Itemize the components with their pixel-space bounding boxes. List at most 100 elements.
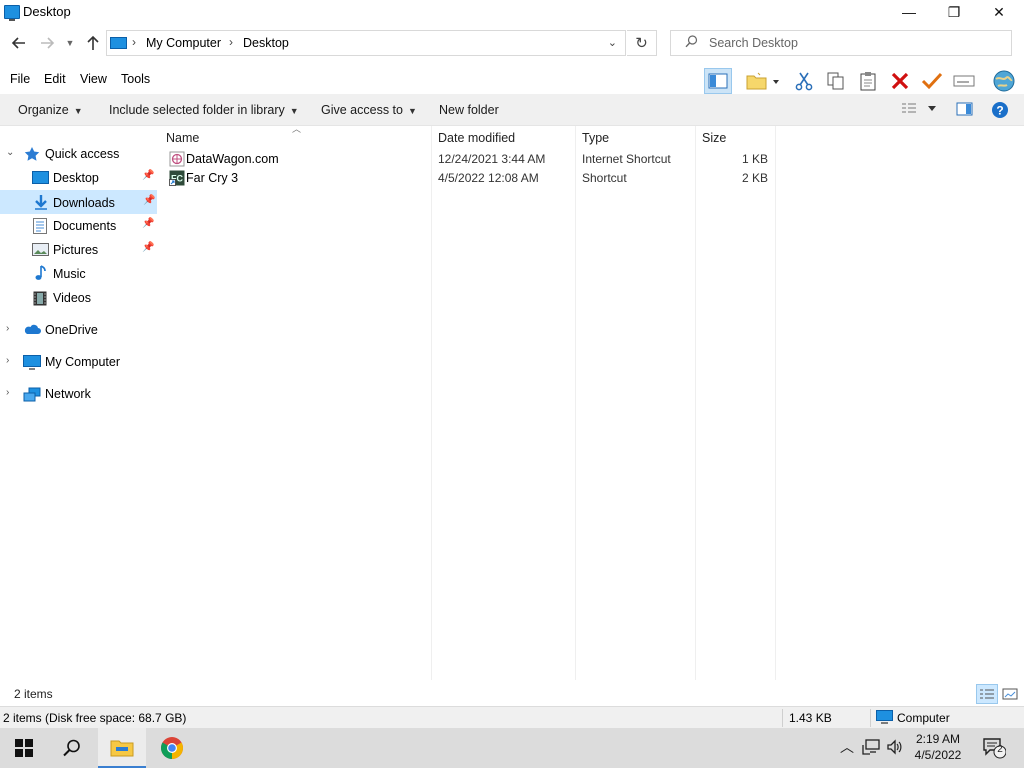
refresh-button[interactable]: ↻ — [627, 30, 657, 56]
divider — [782, 709, 783, 727]
refresh-icon: ↻ — [635, 35, 648, 52]
menu-file[interactable]: File — [10, 72, 30, 86]
search-icon — [685, 35, 698, 51]
show-hidden-icons-button[interactable]: ︿ — [840, 737, 854, 757]
notification-count: 2 — [997, 744, 1003, 755]
address-dropdown-icon[interactable]: ⌄ — [608, 36, 617, 49]
nav-downloads[interactable]: Downloads 📌 — [0, 190, 157, 214]
column-divider[interactable] — [775, 126, 776, 680]
file-row[interactable]: DataWagon.com 12/24/2021 3:44 AM Interne… — [160, 150, 780, 169]
nav-quick-access[interactable]: ⌄ Quick access — [0, 142, 157, 166]
globe-button[interactable] — [988, 68, 1020, 94]
pin-icon[interactable]: 📌 — [142, 170, 154, 181]
nav-label: OneDrive — [45, 323, 98, 337]
preview-pane-toggle[interactable] — [956, 102, 974, 119]
properties-check-button[interactable] — [918, 68, 946, 94]
file-explorer-taskbar-button[interactable] — [98, 728, 146, 768]
search-taskbar-button[interactable] — [48, 728, 96, 768]
computer-icon — [23, 355, 41, 370]
cut-button[interactable] — [790, 68, 818, 94]
breadcrumb-desktop[interactable]: Desktop — [243, 36, 289, 50]
new-folder-menu-button[interactable] — [742, 68, 782, 94]
search-box[interactable] — [670, 30, 1012, 56]
breadcrumb-my-computer[interactable]: My Computer — [146, 36, 221, 50]
menu-view[interactable]: View — [80, 72, 107, 86]
file-row[interactable]: FC Far Cry 3 4/5/2022 12:08 AM Shortcut … — [160, 169, 780, 188]
new-folder-button[interactable]: New folder — [439, 103, 499, 117]
column-divider[interactable] — [575, 126, 576, 680]
window-title: Desktop — [23, 4, 71, 19]
large-icons-view-icon — [1002, 688, 1018, 700]
volume-icon[interactable] — [886, 739, 904, 758]
nav-music[interactable]: Music — [0, 262, 157, 286]
location-label: Computer — [897, 711, 950, 725]
nav-desktop[interactable]: Desktop 📌 — [0, 166, 157, 190]
maximize-button[interactable]: ❐ — [931, 0, 977, 24]
file-type: Shortcut — [582, 171, 627, 185]
nav-my-computer[interactable]: › My Computer — [0, 350, 157, 374]
column-header-name[interactable]: Name — [166, 131, 199, 145]
chevron-right-icon[interactable]: › — [6, 387, 9, 398]
start-button[interactable] — [0, 728, 48, 768]
column-divider[interactable] — [695, 126, 696, 680]
nav-onedrive[interactable]: › OneDrive — [0, 318, 157, 342]
downloads-icon — [33, 194, 49, 210]
nav-network[interactable]: › Network — [0, 382, 157, 406]
large-icons-view-button[interactable] — [999, 684, 1021, 704]
paste-button[interactable] — [854, 68, 882, 94]
copy-button[interactable] — [822, 68, 850, 94]
recent-locations-button[interactable]: ▼ — [62, 32, 78, 54]
minimize-button[interactable]: — — [886, 0, 932, 24]
menu-edit[interactable]: Edit — [44, 72, 66, 86]
give-access-button[interactable]: Give access to ▼ — [321, 103, 417, 117]
folder-icon — [110, 740, 134, 757]
nav-pictures[interactable]: Pictures 📌 — [0, 238, 157, 262]
include-in-library-button[interactable]: Include selected folder in library ▼ — [109, 103, 299, 117]
give-access-label: Give access to — [321, 103, 403, 117]
clock[interactable]: 2:19 AM 4/5/2022 — [908, 731, 968, 763]
up-button[interactable] — [82, 32, 104, 54]
organize-button[interactable]: Organize ▼ — [18, 103, 83, 117]
star-icon — [24, 146, 40, 161]
column-header-size[interactable]: Size — [702, 131, 726, 145]
nav-videos[interactable]: Videos — [0, 286, 157, 310]
menu-tools[interactable]: Tools — [121, 72, 150, 86]
pin-icon[interactable]: 📌 — [142, 242, 154, 253]
breadcrumb-separator-icon[interactable]: › — [229, 35, 233, 49]
chevron-down-icon[interactable]: ⌄ — [6, 147, 14, 158]
include-library-label: Include selected folder in library — [109, 103, 285, 117]
help-button[interactable]: ? — [991, 101, 1009, 122]
selection-size: 1.43 KB — [789, 711, 832, 725]
delete-button[interactable] — [886, 68, 914, 94]
rename-button[interactable] — [950, 68, 978, 94]
back-button[interactable] — [8, 32, 30, 54]
address-bar[interactable]: › My Computer › Desktop ⌄ — [106, 30, 626, 56]
network-tray-icon[interactable] — [862, 739, 880, 758]
chrome-taskbar-button[interactable] — [148, 728, 196, 768]
column-header-type[interactable]: Type — [582, 131, 609, 145]
svg-text:?: ? — [996, 104, 1003, 118]
pin-icon[interactable]: 📌 — [142, 218, 154, 229]
nav-label: Videos — [53, 291, 91, 305]
preview-pane-icon — [708, 73, 728, 89]
breadcrumb-separator-icon[interactable]: › — [132, 35, 136, 49]
column-divider[interactable] — [431, 126, 432, 680]
chevron-right-icon[interactable]: › — [6, 323, 9, 334]
details-view-button[interactable] — [976, 684, 998, 704]
nav-documents[interactable]: Documents 📌 — [0, 214, 157, 238]
pin-icon[interactable]: 📌 — [143, 195, 155, 206]
chevron-right-icon[interactable]: › — [6, 355, 9, 366]
search-input[interactable] — [709, 35, 999, 51]
network-icon — [23, 387, 41, 402]
chrome-icon — [161, 737, 183, 759]
column-header-date[interactable]: Date modified — [438, 131, 515, 145]
preview-pane-button[interactable] — [704, 68, 732, 94]
videos-icon — [33, 291, 49, 306]
forward-button[interactable] — [36, 32, 58, 54]
close-button[interactable]: ✕ — [976, 0, 1022, 24]
notifications-button[interactable]: 2 — [982, 737, 1007, 762]
file-size: 2 KB — [741, 171, 768, 185]
chevron-down-icon: ▼ — [289, 106, 299, 116]
change-view-button[interactable] — [900, 100, 938, 119]
command-bar: Organize ▼ Include selected folder in lib… — [0, 94, 1024, 126]
